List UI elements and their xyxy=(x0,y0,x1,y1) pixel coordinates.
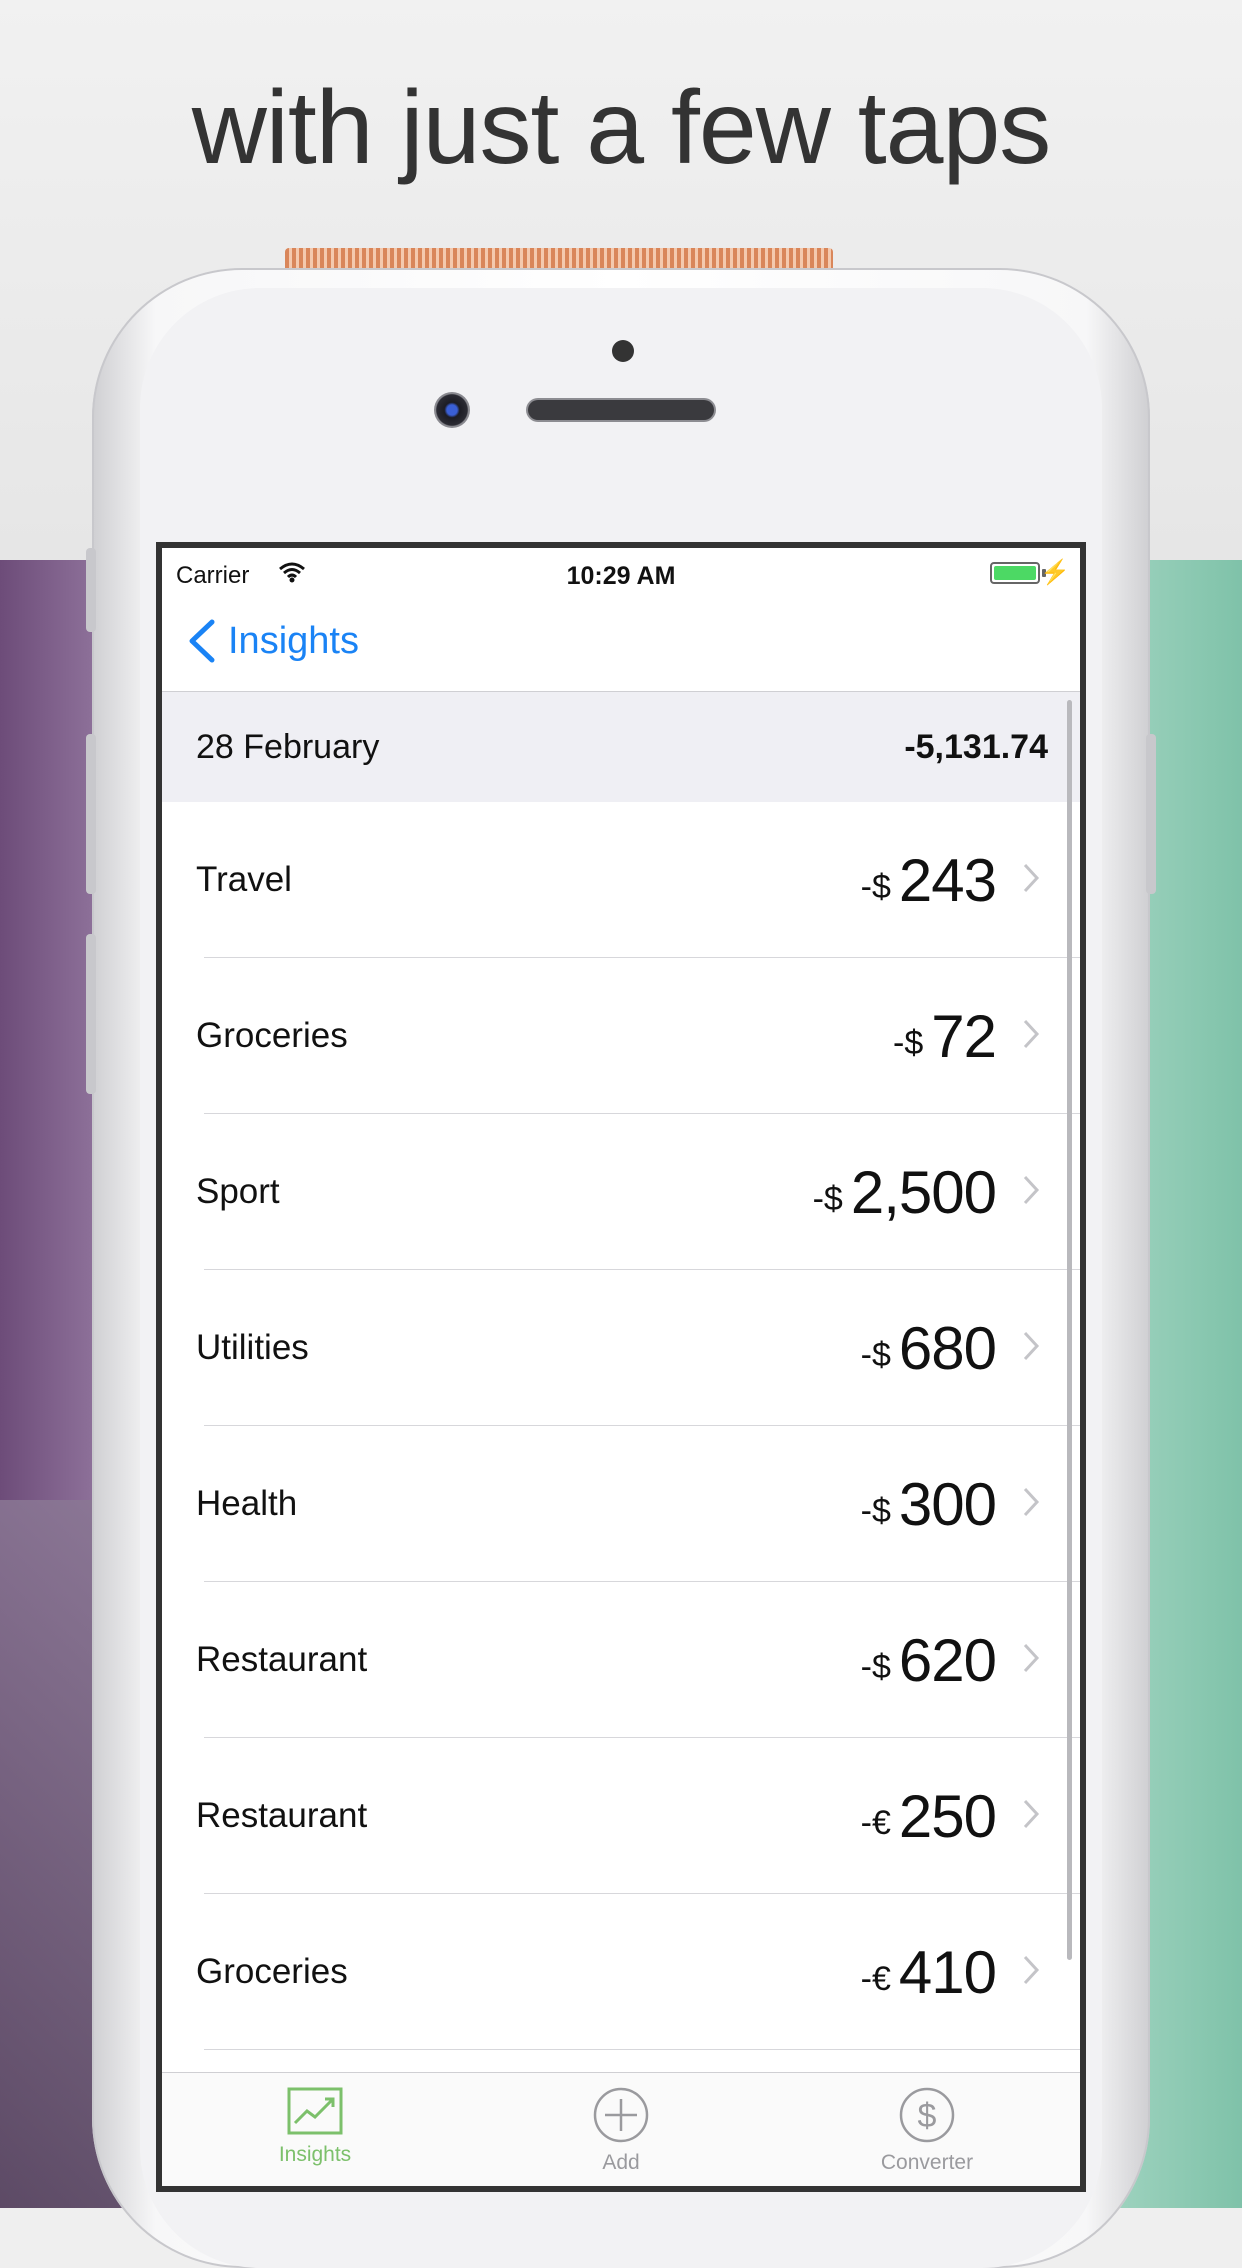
table-row[interactable]: Travel -$ 243 xyxy=(162,802,1080,958)
app-screen: Carrier 10:29 AM ⚡ Insights 28 February … xyxy=(156,542,1086,2192)
table-row[interactable]: Health -$ 300 xyxy=(162,1426,1080,1582)
tab-insights-label: Insights xyxy=(278,2143,352,2166)
chevron-right-icon xyxy=(1023,1019,1040,1049)
row-currency: -$ xyxy=(860,867,891,906)
row-currency: -$ xyxy=(860,1335,891,1374)
section-total: -5,131.74 xyxy=(904,728,1048,766)
table-row[interactable]: Groceries -€ 410 xyxy=(162,1894,1080,2050)
row-value: 410 xyxy=(898,1938,997,2006)
row-category: Health xyxy=(196,1484,298,1523)
mute-switch xyxy=(86,548,96,632)
row-category: Sport xyxy=(196,1172,280,1211)
section-header: 28 February -5,131.74 xyxy=(162,692,1080,802)
front-camera xyxy=(434,392,470,428)
chevron-right-icon xyxy=(1023,863,1040,893)
row-amount: -$ 243 xyxy=(860,802,997,958)
row-value: 2,500 xyxy=(850,1158,997,1226)
table-row[interactable]: Restaurant -$ 620 xyxy=(162,1582,1080,1738)
volume-up-button xyxy=(86,734,96,894)
chevron-right-icon xyxy=(1023,1643,1040,1673)
tab-insights[interactable]: Insights xyxy=(162,2073,468,2186)
tab-converter[interactable]: $ Converter xyxy=(774,2073,1080,2186)
row-category: Groceries xyxy=(196,1016,348,1055)
row-category: Utilities xyxy=(196,1328,309,1367)
row-value: 680 xyxy=(898,1314,997,1382)
row-value: 620 xyxy=(898,1626,997,1694)
row-value: 72 xyxy=(931,1002,997,1070)
row-currency: -€ xyxy=(860,1803,891,1842)
chevron-right-icon xyxy=(1023,1955,1040,1985)
proximity-sensor xyxy=(612,340,634,362)
row-currency: -€ xyxy=(860,1959,891,1998)
row-category: Restaurant xyxy=(196,1640,368,1679)
row-value: 250 xyxy=(898,1782,997,1850)
table-row[interactable]: Sport -$ 2,500 xyxy=(162,1114,1080,1270)
power-button xyxy=(1146,734,1156,894)
earpiece-speaker xyxy=(528,400,714,420)
volume-down-button xyxy=(86,934,96,1094)
row-currency: -$ xyxy=(860,1491,891,1530)
row-value: 243 xyxy=(898,846,997,914)
battery-icon xyxy=(990,562,1040,584)
table-row[interactable]: Utilities -$ 680 xyxy=(162,1270,1080,1426)
promo-headline: with just a few taps xyxy=(191,70,1052,186)
tab-bar: Insights Add $ Converter xyxy=(162,2072,1080,2186)
chevron-right-icon xyxy=(1023,1799,1040,1829)
chevron-right-icon xyxy=(1023,1331,1040,1361)
expense-list: Travel -$ 243 Groceries -$ 72 Sport -$ 2,50… xyxy=(162,802,1080,2050)
section-date: 28 February xyxy=(196,728,380,766)
row-amount: -$ 300 xyxy=(860,1426,997,1582)
row-amount: -$ 72 xyxy=(893,958,997,1114)
row-category: Groceries xyxy=(196,1952,348,1991)
row-amount: -€ 410 xyxy=(860,1894,997,2050)
status-bar: Carrier 10:29 AM ⚡ xyxy=(162,548,1080,600)
chevron-left-icon xyxy=(189,619,215,663)
row-amount: -€ 250 xyxy=(860,1738,997,1894)
row-value: 300 xyxy=(898,1470,997,1538)
charging-icon: ⚡ xyxy=(1040,559,1070,586)
back-button-label: Insights xyxy=(228,619,359,662)
row-amount: -$ 620 xyxy=(860,1582,997,1738)
chevron-right-icon xyxy=(1023,1175,1040,1205)
row-category: Restaurant xyxy=(196,1796,368,1835)
tab-converter-label: Converter xyxy=(880,2151,974,2174)
row-currency: -$ xyxy=(812,1179,843,1218)
row-category: Travel xyxy=(196,860,292,899)
chart-icon xyxy=(287,2087,343,2135)
tab-add[interactable]: Add xyxy=(468,2073,774,2186)
tab-add-label: Add xyxy=(602,2151,640,2174)
table-row[interactable]: Restaurant -€ 250 xyxy=(162,1738,1080,1894)
navigation-bar: Insights xyxy=(162,600,1080,692)
scroll-indicator[interactable] xyxy=(1067,700,1072,1960)
back-button[interactable]: Insights xyxy=(186,618,359,664)
svg-text:$: $ xyxy=(918,2097,937,2135)
status-time: 10:29 AM xyxy=(566,562,676,590)
table-row[interactable]: Groceries -$ 72 xyxy=(162,958,1080,1114)
dollar-icon: $ xyxy=(899,2087,955,2143)
row-currency: -$ xyxy=(893,1023,924,1062)
row-amount: -$ 2,500 xyxy=(812,1114,997,1270)
add-icon xyxy=(593,2087,649,2143)
row-currency: -$ xyxy=(860,1647,891,1686)
row-amount: -$ 680 xyxy=(860,1270,997,1426)
chevron-right-icon xyxy=(1023,1487,1040,1517)
